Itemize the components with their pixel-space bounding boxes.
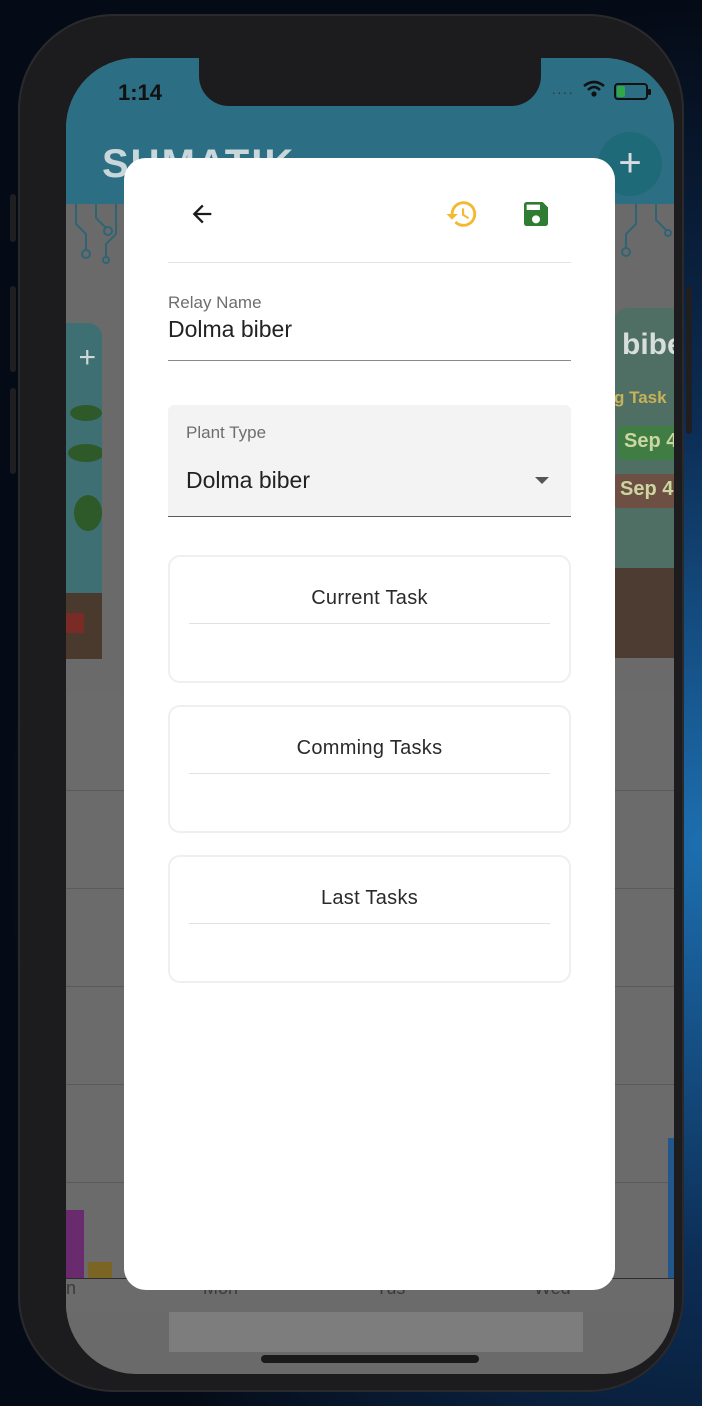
battery-icon [614,83,651,100]
edit-relay-dialog: Relay Name Dolma biber Plant Type Dolma … [124,158,615,1290]
chart-bar [668,1138,674,1278]
plant-card-tag: g Task [614,388,667,407]
notch [199,58,541,106]
home-indicator[interactable] [261,1355,479,1363]
chart-bar [88,1262,112,1278]
current-task-card: Current Task [168,555,571,683]
chart-axis-bar [169,1312,583,1352]
phone-frame: SUMATIK + + [10,14,692,1392]
phone-screen: SUMATIK + + [66,58,674,1374]
save-button[interactable] [516,196,556,236]
current-task-title: Current Task [311,587,428,609]
signal-icon: ···· [551,83,574,100]
history-button[interactable] [442,196,482,236]
task-date-chip: Sep 4 [618,426,674,460]
last-tasks-card: Last Tasks [168,855,571,983]
plant-card-right[interactable]: bibe g Task Sep 4 Sep 4 [614,308,674,658]
divider [189,623,550,624]
power-button [686,286,692,434]
caret-down-icon [535,477,549,484]
plant-card-left[interactable]: + [66,323,102,659]
arrow-left-icon [188,200,216,233]
plant-type-label: Plant Type [186,423,267,442]
back-button[interactable] [182,196,222,236]
mute-switch [10,194,16,242]
divider [189,923,550,924]
wifi-icon [582,80,606,103]
relay-name-input[interactable]: Dolma biber [168,316,292,343]
task-date-chip: Sep 4 [614,474,674,508]
plant-card-name: bibe [622,328,674,361]
status-time: 1:14 [118,80,163,105]
volume-down-button [10,388,16,474]
volume-up-button [10,286,16,372]
axis-label: n [66,1278,77,1298]
coming-tasks-card: Comming Tasks [168,705,571,833]
save-icon [520,198,552,235]
status-indicators: ···· [551,80,651,103]
divider [189,773,550,774]
coming-tasks-title: Comming Tasks [296,737,443,759]
chart-bar [66,1210,84,1278]
relay-name-underline [168,360,571,361]
last-tasks-title: Last Tasks [320,887,419,909]
plant-type-value: Dolma biber [186,467,310,493]
history-icon [445,197,479,236]
relay-name-label: Relay Name [168,293,262,312]
plant-type-select[interactable]: Plant Type Dolma biber [168,405,571,517]
dialog-toolbar [168,158,571,263]
